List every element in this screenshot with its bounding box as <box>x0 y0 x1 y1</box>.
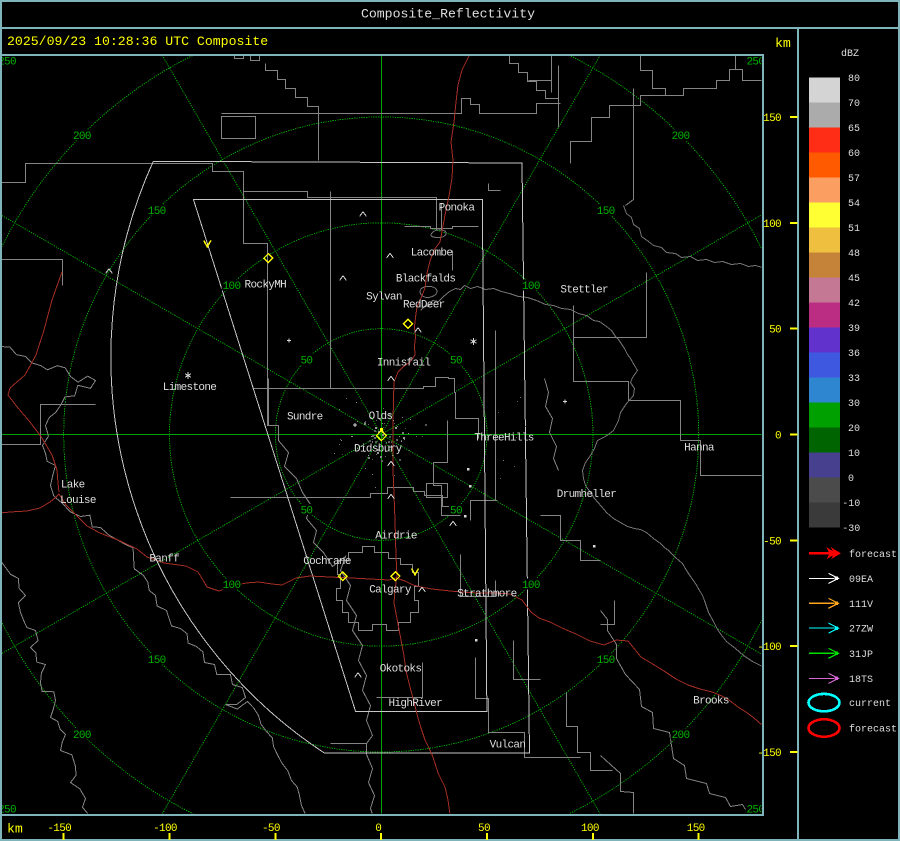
svg-text:Lake: Lake <box>61 480 85 492</box>
svg-text:30: 30 <box>848 399 860 410</box>
svg-text:80: 80 <box>848 74 860 85</box>
svg-text:-100: -100 <box>153 823 177 835</box>
svg-text:100: 100 <box>581 823 599 835</box>
svg-text:200: 200 <box>672 131 690 143</box>
svg-text:50: 50 <box>300 356 312 368</box>
svg-text:250: 250 <box>0 56 16 68</box>
svg-text:100: 100 <box>522 580 540 592</box>
svg-text:Okotoks: Okotoks <box>380 664 422 676</box>
svg-text:Lacombe: Lacombe <box>411 248 453 260</box>
svg-text:50: 50 <box>450 356 462 368</box>
svg-text:Strathmore: Strathmore <box>457 589 516 601</box>
svg-text:Limestone: Limestone <box>163 382 217 394</box>
svg-text:Sundre: Sundre <box>287 412 323 424</box>
svg-text:km: km <box>775 36 791 51</box>
svg-text:Drumheller: Drumheller <box>557 489 616 501</box>
svg-text:100: 100 <box>522 281 540 293</box>
svg-text:HighRiver: HighRiver <box>389 698 443 710</box>
svg-text:31JP: 31JP <box>849 650 873 661</box>
svg-text:-10: -10 <box>842 499 860 510</box>
svg-text:50: 50 <box>450 505 462 517</box>
svg-text:dBZ: dBZ <box>841 48 859 60</box>
svg-text:Airdrie: Airdrie <box>375 531 417 543</box>
svg-text:70: 70 <box>848 99 860 110</box>
svg-text:111V: 111V <box>849 600 873 611</box>
svg-text:150: 150 <box>597 206 615 218</box>
svg-text:48: 48 <box>848 249 860 260</box>
svg-text:18TS: 18TS <box>849 675 873 686</box>
svg-text:-150: -150 <box>47 823 71 835</box>
svg-text:RedDeer: RedDeer <box>403 300 445 312</box>
svg-text:60: 60 <box>848 149 860 160</box>
svg-text:2025/09/23 10:28:36 UTC Compos: 2025/09/23 10:28:36 UTC Composite <box>7 34 268 49</box>
svg-text:Innisfail: Innisfail <box>377 358 431 370</box>
svg-text:51: 51 <box>848 224 860 235</box>
svg-text:20: 20 <box>848 424 860 435</box>
svg-text:forecast: forecast <box>849 724 897 736</box>
svg-text:Vulcan: Vulcan <box>490 740 526 752</box>
svg-text:forecast: forecast <box>849 549 897 561</box>
svg-text:42: 42 <box>848 299 860 310</box>
svg-text:36: 36 <box>848 349 860 360</box>
svg-text:0: 0 <box>848 474 854 485</box>
svg-text:-100: -100 <box>757 642 781 654</box>
svg-text:39: 39 <box>848 324 860 335</box>
svg-text:Ponoka: Ponoka <box>439 203 476 215</box>
svg-text:09EA: 09EA <box>849 575 873 586</box>
svg-text:Louise: Louise <box>60 495 96 507</box>
svg-text:150: 150 <box>148 655 166 667</box>
svg-text:33: 33 <box>848 374 860 385</box>
svg-text:100: 100 <box>223 281 241 293</box>
svg-text:km: km <box>7 822 23 837</box>
svg-text:200: 200 <box>73 131 91 143</box>
svg-text:200: 200 <box>73 730 91 742</box>
svg-text:50: 50 <box>478 823 490 835</box>
svg-text:150: 150 <box>763 113 781 125</box>
svg-text:RockyMH: RockyMH <box>245 279 287 291</box>
svg-text:ThreeHills: ThreeHills <box>474 433 533 445</box>
svg-text:27ZW: 27ZW <box>849 625 873 636</box>
svg-text:10: 10 <box>848 449 860 460</box>
svg-text:Blackfalds: Blackfalds <box>396 274 455 286</box>
svg-text:54: 54 <box>848 199 860 210</box>
svg-text:-150: -150 <box>757 748 781 760</box>
svg-text:Brooks: Brooks <box>693 696 729 708</box>
svg-text:150: 150 <box>597 655 615 667</box>
svg-text:Banff: Banff <box>149 554 179 566</box>
svg-text:Hanna: Hanna <box>684 443 715 455</box>
svg-text:Sylvan: Sylvan <box>366 292 402 304</box>
svg-text:Calgary: Calgary <box>369 585 412 597</box>
svg-text:100: 100 <box>763 219 781 231</box>
svg-text:50: 50 <box>769 325 781 337</box>
svg-text:0: 0 <box>775 431 781 443</box>
svg-text:Olds: Olds <box>369 411 393 423</box>
svg-text:100: 100 <box>223 580 241 592</box>
svg-text:-30: -30 <box>842 524 860 535</box>
svg-text:-50: -50 <box>262 823 280 835</box>
svg-text:current: current <box>849 699 891 710</box>
svg-text:-50: -50 <box>763 536 781 548</box>
svg-text:45: 45 <box>848 274 860 285</box>
svg-text:Didsbury: Didsbury <box>354 444 403 456</box>
svg-text:200: 200 <box>672 730 690 742</box>
svg-text:Stettler: Stettler <box>560 285 608 297</box>
svg-text:65: 65 <box>848 124 860 135</box>
svg-text:57: 57 <box>848 174 860 185</box>
svg-text:150: 150 <box>148 206 166 218</box>
svg-text:Cochrane: Cochrane <box>303 556 351 568</box>
svg-text:150: 150 <box>687 823 705 835</box>
svg-text:Composite_Reflectivity: Composite_Reflectivity <box>361 7 535 22</box>
svg-text:50: 50 <box>300 505 312 517</box>
